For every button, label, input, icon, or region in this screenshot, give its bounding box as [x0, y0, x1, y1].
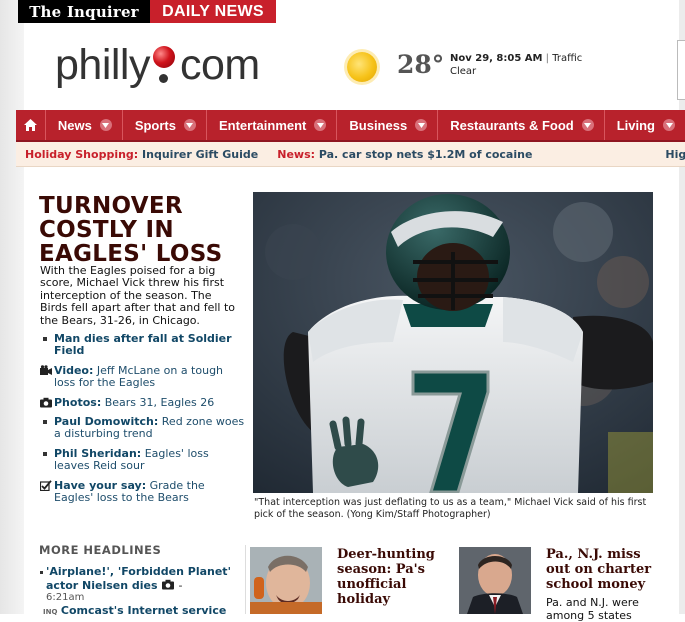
video-icon	[40, 365, 52, 375]
lead-headline[interactable]: TURNOVER COSTLY IN EAGLES' LOSS	[39, 194, 244, 266]
list-item[interactable]: Phil Sheridan: Eagles' loss leaves Reid …	[40, 447, 245, 473]
ticker-item-high-school[interactable]: High Sch	[656, 148, 685, 161]
weather-date: Nov 29, 8:05 AM	[450, 53, 543, 64]
camera-icon	[40, 397, 52, 408]
traffic-link[interactable]: Traffic	[552, 53, 582, 64]
logo-text-left: philly	[55, 41, 151, 89]
bullet-icon	[43, 420, 47, 425]
ticker-item-news[interactable]: News: Pa. car stop nets $1.2M of cocaine	[268, 148, 532, 161]
ticker-label: Holiday Shopping:	[25, 147, 139, 161]
nav-label: News	[57, 117, 92, 133]
related-link-bold[interactable]: Phil Sheridan:	[54, 447, 141, 460]
chevron-down-icon[interactable]	[663, 119, 675, 131]
philly-com-logo[interactable]: philly com	[55, 42, 260, 88]
main-nav: News Sports Entertainment Business Resta…	[16, 110, 685, 142]
brand-tabs: The Inquirer DAILY NEWS	[18, 0, 276, 23]
nav-label: Restaurants & Food	[450, 117, 574, 133]
related-link-bold[interactable]: Man dies after fall at Soldier Field	[54, 332, 232, 357]
story-title[interactable]: Pa., N.J. miss out on charter school mon…	[546, 547, 661, 592]
weather-temperature[interactable]: 28°	[397, 50, 444, 79]
ticker-text: High Sch	[665, 147, 685, 161]
ticker-text: Pa. car stop nets $1.2M of cocaine	[318, 147, 533, 161]
nav-item-news[interactable]: News	[46, 110, 123, 140]
list-item[interactable]: Have your say: Grade the Eagles' loss to…	[40, 479, 245, 505]
nav-item-business[interactable]: Business	[337, 110, 439, 140]
inquirer-tab[interactable]: The Inquirer	[18, 0, 150, 23]
ticker-label: News:	[277, 147, 316, 161]
nav-item-entertainment[interactable]: Entertainment	[207, 110, 338, 140]
lead-summary: With the Eagles poised for a big score, …	[40, 264, 236, 327]
checkbox-icon	[40, 479, 52, 491]
bullet-icon	[43, 451, 47, 456]
chevron-down-icon[interactable]	[415, 119, 428, 131]
related-link-bold[interactable]: Paul Domowitch:	[54, 415, 158, 428]
chevron-down-icon[interactable]	[99, 119, 112, 131]
inq-badge: INQ	[43, 607, 58, 616]
nav-item-living[interactable]: Living	[605, 110, 685, 140]
list-item[interactable]: Man dies after fall at Soldier Field	[40, 332, 245, 358]
nav-label: Business	[349, 117, 408, 133]
weather-separator: |	[545, 53, 550, 64]
nav-item-sports[interactable]: Sports	[123, 110, 207, 140]
related-link-bold[interactable]: Have your say:	[54, 479, 146, 492]
logo-ball-icon	[150, 42, 180, 88]
nav-label: Living	[616, 117, 655, 133]
ticker-text: Inquirer Gift Guide	[142, 147, 259, 161]
page-left-margin	[0, 0, 24, 614]
more-headlines-title: MORE HEADLINES	[39, 543, 162, 557]
home-icon	[23, 119, 37, 131]
nav-label: Sports	[134, 117, 176, 133]
list-item[interactable]: Paul Domowitch: Red zone woes a disturbi…	[40, 415, 245, 441]
ticker-item-holiday[interactable]: Holiday Shopping: Inquirer Gift Guide	[16, 148, 258, 161]
camera-icon	[162, 579, 175, 589]
chevron-down-icon[interactable]	[314, 119, 327, 131]
story-summary: Pa. and N.J. were among 5 states	[546, 596, 639, 622]
sun-icon	[347, 52, 377, 82]
list-item[interactable]: Photos: Bears 31, Eagles 26	[40, 395, 245, 409]
headline-ticker: Holiday Shopping: Inquirer Gift Guide Ne…	[16, 142, 685, 167]
eagles-player-photo	[253, 192, 653, 493]
column-divider	[245, 545, 246, 614]
related-link-bold[interactable]: Photos:	[54, 396, 101, 409]
logo-text-right: com	[180, 41, 260, 89]
list-item[interactable]: Video: Jeff McLane on a tough loss for t…	[40, 364, 245, 390]
nav-item-restaurants-food[interactable]: Restaurants & Food	[438, 110, 605, 140]
more-headlines-list: 'Airplane!', 'Forbidden Planet' actor Ni…	[40, 565, 240, 619]
politician-photo	[459, 547, 531, 614]
daily-news-tab[interactable]: DAILY NEWS	[150, 0, 276, 23]
headline-dash: -	[178, 578, 183, 592]
header-ad-box	[677, 40, 685, 100]
bullet-icon	[43, 337, 47, 341]
weather-details: Nov 29, 8:05 AM | Traffic Clear	[450, 52, 582, 78]
photo-caption: "That interception was just deflating to…	[254, 497, 647, 520]
nav-label: Entertainment	[218, 117, 307, 133]
related-links: Man dies after fall at Soldier Field Vid…	[40, 332, 245, 511]
related-link-text: Bears 31, Eagles 26	[101, 395, 215, 409]
list-item[interactable]: INQ Comcast's Internet service	[43, 604, 240, 619]
list-item[interactable]: 'Airplane!', 'Forbidden Planet' actor Ni…	[40, 565, 240, 605]
story-thumbnail[interactable]	[459, 547, 531, 614]
story-thumbnail[interactable]	[250, 547, 322, 614]
bullet-icon	[40, 571, 43, 574]
chevron-down-icon[interactable]	[183, 119, 196, 131]
nav-home-button[interactable]	[16, 110, 46, 140]
related-link-bold[interactable]: Video:	[54, 364, 93, 377]
weather-condition: Clear	[450, 66, 477, 77]
story-title[interactable]: Deer-hunting season: Pa's unofficial hol…	[337, 547, 452, 607]
hunter-photo	[250, 547, 322, 614]
lead-photo[interactable]	[253, 192, 653, 493]
chevron-down-icon[interactable]	[581, 119, 594, 131]
headline-link[interactable]: 'Airplane!', 'Forbidden Planet' actor Ni…	[46, 565, 231, 592]
headline-link[interactable]: Comcast's Internet service	[61, 604, 226, 617]
